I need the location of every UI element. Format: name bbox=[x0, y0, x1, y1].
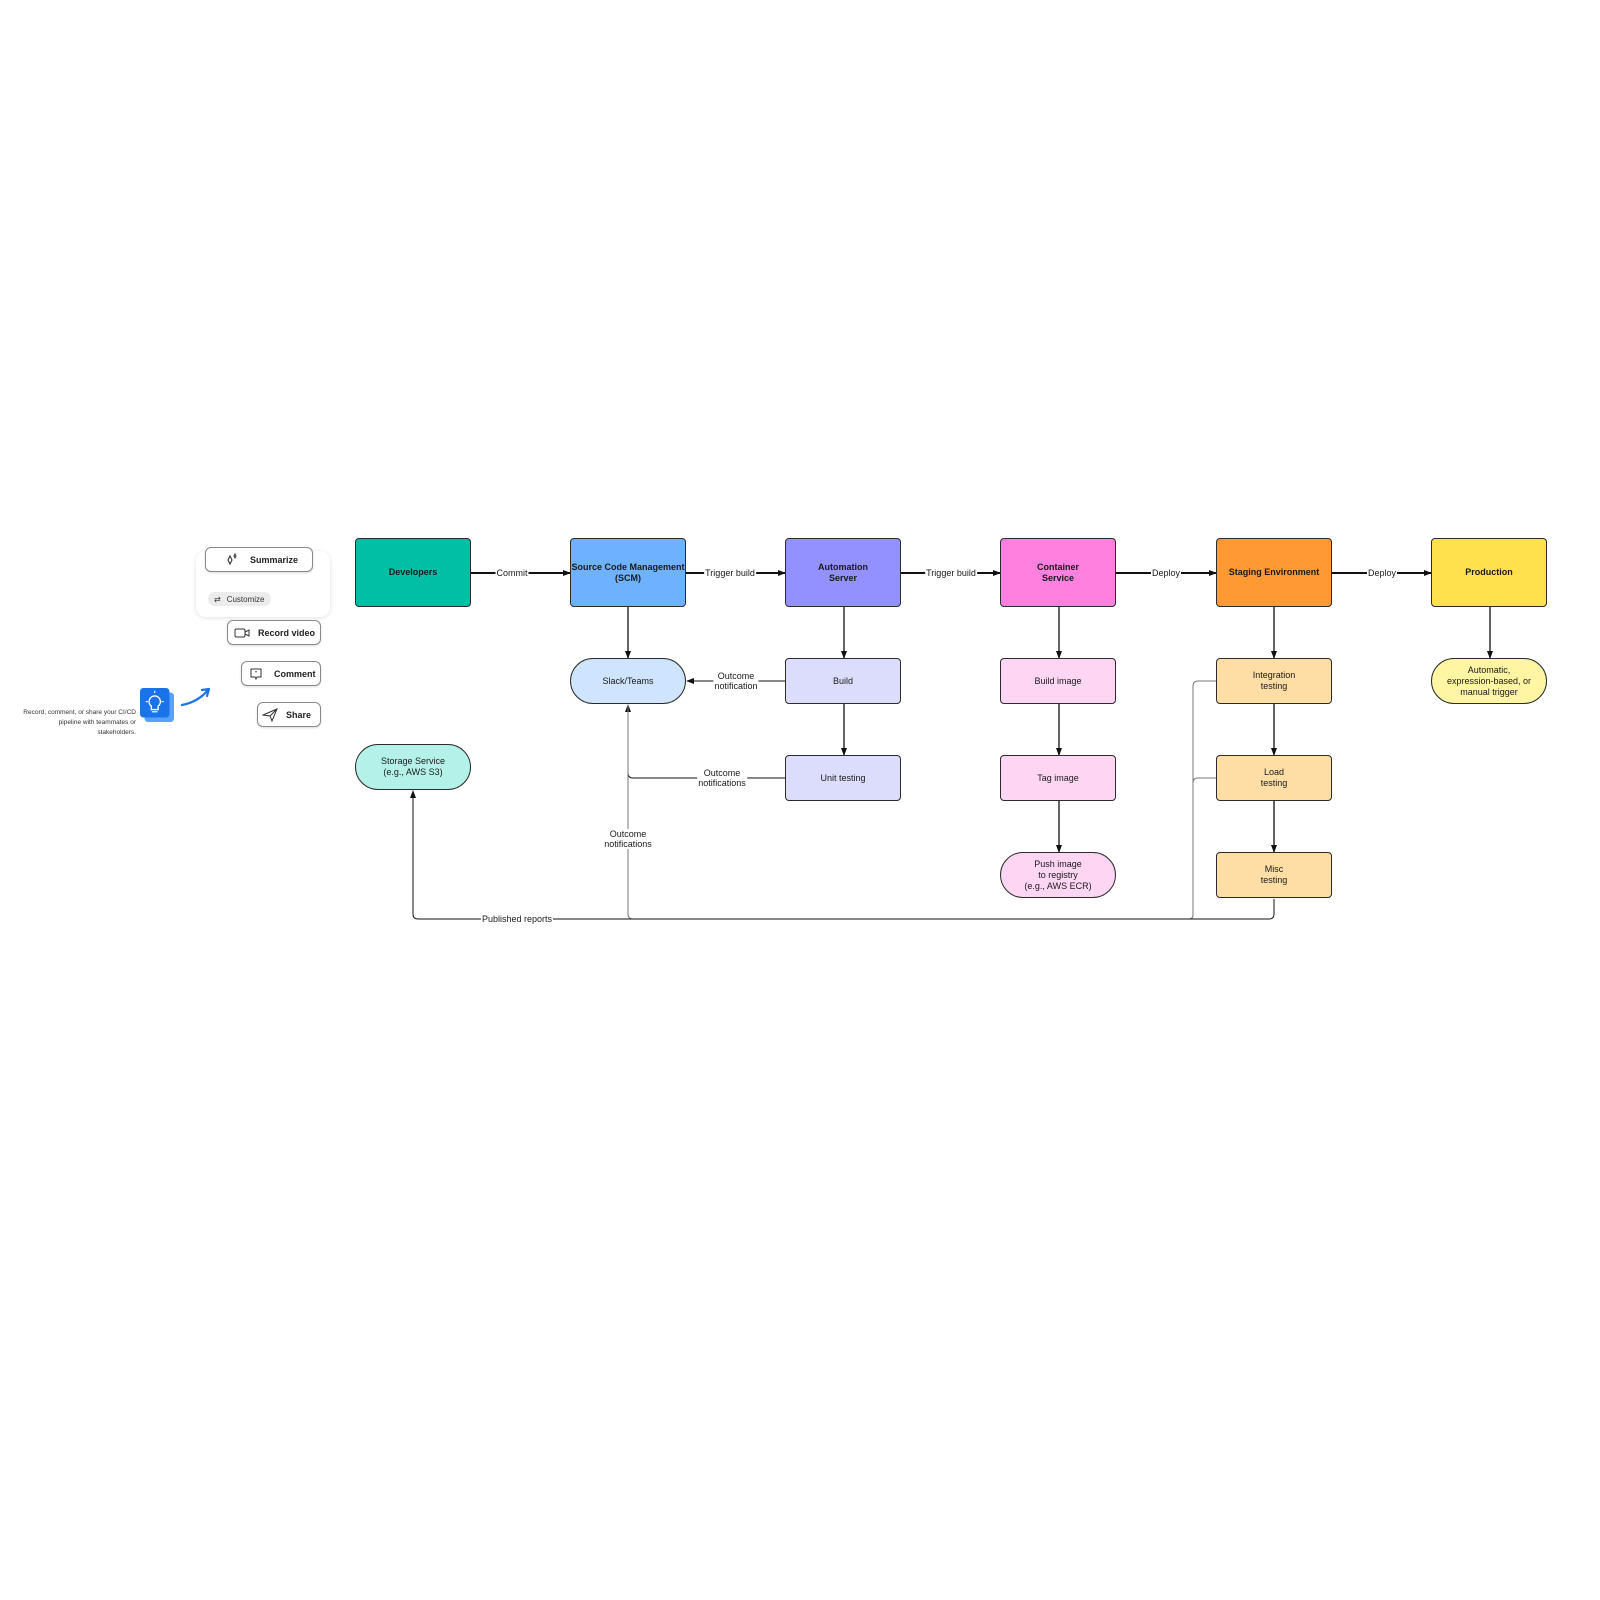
customize-label: Customize bbox=[226, 594, 265, 604]
paper-plane-icon bbox=[262, 707, 278, 722]
edge-label-published-reports: Published reports bbox=[480, 914, 554, 924]
node-label: Build image bbox=[1034, 675, 1082, 686]
node-scm[interactable]: Source Code Management (SCM) bbox=[570, 538, 686, 607]
node-label: Push image to registry (e.g., AWS ECR) bbox=[1024, 858, 1092, 891]
node-production[interactable]: Production bbox=[1431, 538, 1547, 607]
node-label: Slack/Teams bbox=[602, 675, 654, 686]
edge-label-trigger-build-2: Trigger build bbox=[925, 568, 977, 578]
node-label: Load testing bbox=[1260, 767, 1288, 788]
node-label: Tag image bbox=[1037, 772, 1079, 783]
video-camera-icon bbox=[234, 626, 250, 640]
share-label: Share bbox=[286, 709, 312, 720]
node-label: Integration testing bbox=[1252, 670, 1296, 691]
node-tag-image[interactable]: Tag image bbox=[1000, 755, 1116, 801]
share-button[interactable]: Share bbox=[257, 702, 321, 727]
node-load-testing[interactable]: Load testing bbox=[1216, 755, 1332, 801]
edge-tests-slack bbox=[627, 680, 1216, 920]
edge-label-outcome-notifications-unit: Outcome notifications bbox=[697, 768, 747, 788]
comment-button[interactable]: " Comment bbox=[241, 661, 321, 686]
node-label: Source Code Management (SCM) bbox=[571, 561, 685, 583]
sliders-icon: ⇄ bbox=[214, 594, 221, 604]
node-developers[interactable]: Developers bbox=[355, 538, 471, 607]
node-trigger[interactable]: Automatic, expression-based, or manual t… bbox=[1431, 658, 1547, 704]
record-video-button[interactable]: Record video bbox=[227, 620, 321, 645]
edge-label-deploy-1: Deploy bbox=[1150, 568, 1182, 578]
node-label: Container Service bbox=[1036, 561, 1079, 583]
summarize-label: Summarize bbox=[250, 554, 299, 565]
node-push-image[interactable]: Push image to registry (e.g., AWS ECR) bbox=[1000, 852, 1116, 898]
edge-misc-storage bbox=[410, 790, 1275, 920]
node-container-service[interactable]: Container Service bbox=[1000, 538, 1116, 607]
node-automation-server[interactable]: Automation Server bbox=[785, 538, 901, 607]
comment-icon: " bbox=[248, 667, 264, 681]
edge-label-commit: Commit bbox=[495, 568, 529, 578]
node-label: Staging Environment bbox=[1228, 567, 1320, 577]
record-video-label: Record video bbox=[258, 627, 316, 638]
node-label: Storage Service (e.g., AWS S3) bbox=[380, 756, 446, 777]
edge-label-deploy-2: Deploy bbox=[1366, 568, 1398, 578]
node-label: Production bbox=[1465, 567, 1513, 577]
node-slack-teams[interactable]: Slack/Teams bbox=[570, 658, 686, 704]
svg-text:": " bbox=[255, 671, 258, 677]
lightbulb-icon bbox=[140, 688, 174, 722]
node-label: Build bbox=[832, 675, 853, 686]
node-unit-testing[interactable]: Unit testing bbox=[785, 755, 901, 801]
summarize-button[interactable]: Summarize bbox=[205, 547, 313, 572]
comment-label: Comment bbox=[274, 668, 316, 679]
edge-label-outcome-notification: Outcome notification bbox=[713, 671, 759, 691]
node-integration-testing[interactable]: Integration testing bbox=[1216, 658, 1332, 704]
sparkle-icon bbox=[224, 552, 240, 567]
pointer-arrow-icon bbox=[180, 687, 211, 707]
node-storage-service[interactable]: Storage Service (e.g., AWS S3) bbox=[355, 744, 471, 790]
edge-label-outcome-notifications-tests: Outcome notifications bbox=[603, 829, 653, 849]
hint-text: Record, comment, or share your CI/CD pip… bbox=[23, 709, 136, 736]
node-label: Automatic, expression-based, or manual t… bbox=[1446, 664, 1532, 697]
customize-button[interactable]: ⇄ Customize bbox=[208, 592, 271, 606]
node-label: Misc testing bbox=[1260, 864, 1288, 885]
node-label: Unit testing bbox=[820, 772, 866, 783]
node-build[interactable]: Build bbox=[785, 658, 901, 704]
node-label: Automation Server bbox=[818, 561, 868, 583]
node-build-image[interactable]: Build image bbox=[1000, 658, 1116, 704]
node-misc-testing[interactable]: Misc testing bbox=[1216, 852, 1332, 898]
node-staging-environment[interactable]: Staging Environment bbox=[1216, 538, 1332, 607]
node-label: Developers bbox=[388, 567, 438, 577]
edge-label-trigger-build-1: Trigger build bbox=[704, 568, 756, 578]
